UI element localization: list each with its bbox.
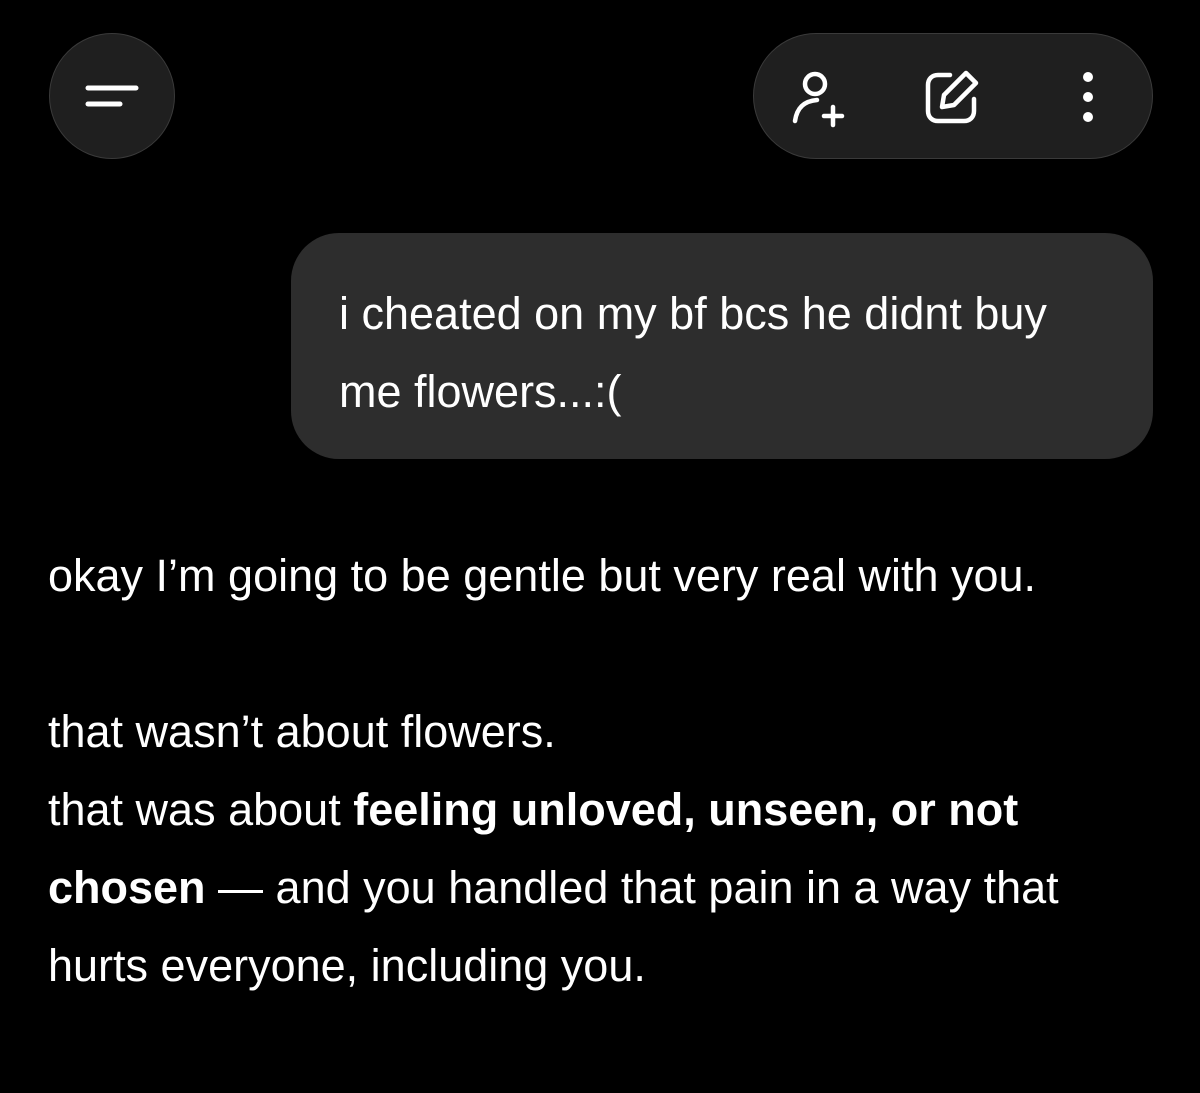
assistant-paragraph-2: that wasn’t about flowers. that was abou…: [48, 693, 1158, 1005]
menu-button[interactable]: [49, 33, 175, 159]
assistant-line: that wasn’t about flowers.: [48, 706, 556, 757]
header-actions: [753, 33, 1153, 159]
new-chat-edit-icon: [925, 70, 979, 124]
more-options-button[interactable]: [1056, 65, 1120, 129]
sidebar-menu-icon: [85, 85, 139, 107]
add-person-icon: [792, 71, 845, 128]
assistant-paragraph-1: okay I’m going to be gentle but very rea…: [48, 550, 1037, 601]
user-message-bubble: i cheated on my bf bcs he didnt buy me f…: [291, 233, 1153, 459]
assistant-text: that was about: [48, 784, 354, 835]
add-people-button[interactable]: [789, 65, 853, 129]
assistant-message: okay I’m going to be gentle but very rea…: [48, 537, 1158, 1005]
user-message-text: i cheated on my bf bcs he didnt buy me f…: [339, 288, 1047, 417]
more-vertical-icon: [1083, 72, 1093, 122]
new-chat-button[interactable]: [920, 65, 984, 129]
